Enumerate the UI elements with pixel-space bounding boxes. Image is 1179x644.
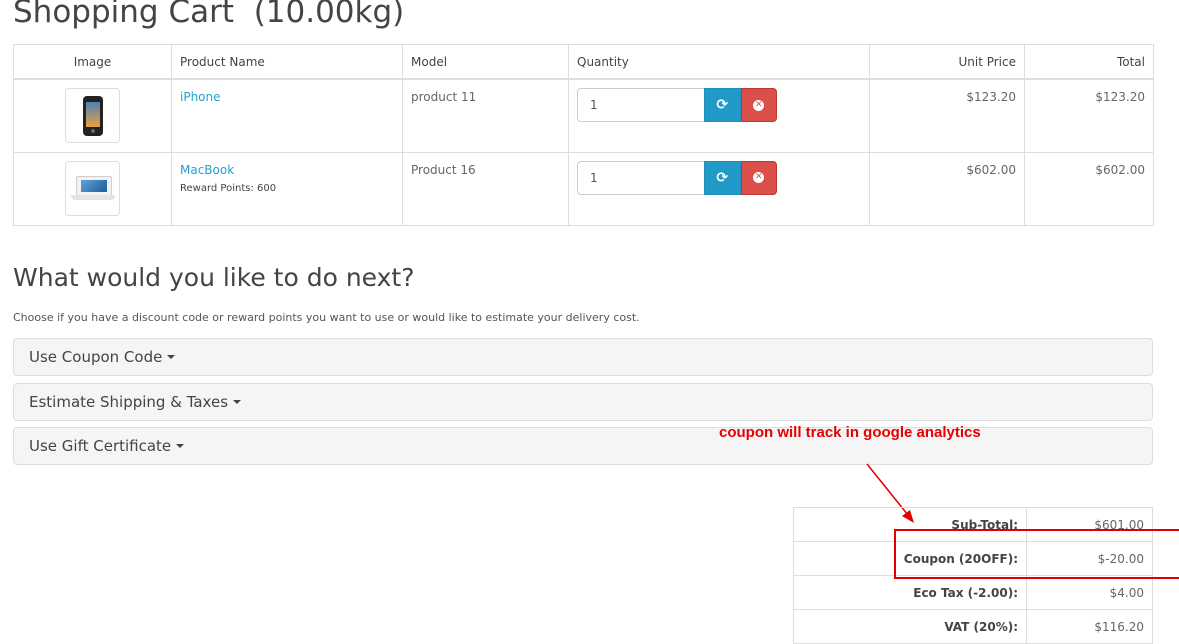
totals-row: VAT (20%): $116.20 — [793, 609, 1153, 644]
reward-points: Reward Points: 600 — [180, 182, 277, 194]
product-link[interactable]: iPhone — [180, 90, 221, 104]
shipping-panel-toggle[interactable]: Estimate Shipping & Taxes — [13, 383, 1153, 421]
total-cell: $602.00 — [1024, 151, 1154, 226]
cart-table: Image Product Name Model Quantity Unit P… — [13, 44, 1154, 226]
macbook-image — [76, 175, 112, 196]
header-model: Model — [402, 44, 569, 80]
quantity-input[interactable] — [577, 88, 704, 122]
header-image: Image — [13, 44, 172, 80]
remove-button[interactable]: ✕ — [740, 88, 777, 122]
product-link[interactable]: MacBook — [180, 163, 234, 177]
totals-label: VAT (20%): — [793, 609, 1027, 644]
annotation-text: coupon will track in google analytics — [719, 424, 981, 441]
refresh-icon: ⟳ — [716, 97, 729, 113]
image-cell — [13, 151, 172, 226]
quantity-cell: ⟳ ✕ — [568, 151, 870, 226]
totals-value: $4.00 — [1026, 575, 1153, 610]
coupon-panel-toggle[interactable]: Use Coupon Code — [13, 338, 1153, 376]
product-name-cell: MacBook Reward Points: 600 — [171, 151, 403, 226]
table-row: iPhone product 11 ⟳ ✕ $123.20 $123.20 — [13, 78, 1154, 153]
header-quantity: Quantity — [568, 44, 870, 80]
coupon-highlight-box — [894, 529, 1179, 579]
totals-value: $116.20 — [1026, 609, 1153, 644]
remove-button[interactable]: ✕ — [740, 160, 777, 195]
panel-title: Estimate Shipping & Taxes — [29, 393, 229, 411]
product-thumbnail[interactable] — [65, 160, 120, 216]
quantity-input[interactable] — [577, 160, 704, 195]
refresh-icon: ⟳ — [716, 169, 729, 186]
quantity-group: ⟳ ✕ — [577, 160, 777, 195]
total-cell: $123.20 — [1024, 78, 1154, 153]
quantity-cell: ⟳ ✕ — [568, 78, 870, 153]
header-product-name: Product Name — [171, 44, 403, 80]
macbook-base — [71, 194, 115, 200]
next-steps-heading: What would you like to do next? — [13, 263, 415, 292]
times-circle-icon: ✕ — [753, 99, 765, 111]
image-cell — [13, 78, 172, 153]
product-thumbnail[interactable] — [65, 88, 120, 143]
table-row: MacBook Reward Points: 600 Product 16 ⟳ … — [13, 151, 1154, 226]
times-circle-icon: ✕ — [753, 172, 765, 183]
totals-row: Eco Tax (-2.00): $4.00 — [793, 575, 1153, 610]
quantity-group: ⟳ ✕ — [577, 88, 777, 122]
product-name-cell: iPhone — [171, 78, 403, 153]
cart-header-row: Image Product Name Model Quantity Unit P… — [13, 44, 1154, 80]
unit-price-cell: $602.00 — [869, 151, 1025, 226]
unit-price-cell: $123.20 — [869, 78, 1025, 153]
iphone-image — [83, 96, 103, 136]
header-unit-price: Unit Price — [869, 44, 1025, 80]
page-title: Shopping Cart (10.00kg) — [13, 0, 405, 30]
model-cell: Product 16 — [402, 151, 569, 226]
update-button[interactable]: ⟳ — [704, 160, 741, 195]
header-total: Total — [1024, 44, 1154, 80]
next-steps-description: Choose if you have a discount code or re… — [13, 311, 640, 324]
model-cell: product 11 — [402, 78, 569, 153]
gift-certificate-panel-toggle[interactable]: Use Gift Certificate — [13, 427, 1153, 465]
update-button[interactable]: ⟳ — [704, 88, 741, 122]
panel-title: Use Coupon Code — [29, 348, 163, 366]
caret-down-icon — [233, 400, 242, 404]
caret-down-icon — [167, 355, 176, 359]
caret-down-icon — [176, 444, 185, 448]
panel-title: Use Gift Certificate — [29, 437, 172, 455]
totals-label: Eco Tax (-2.00): — [793, 575, 1027, 610]
